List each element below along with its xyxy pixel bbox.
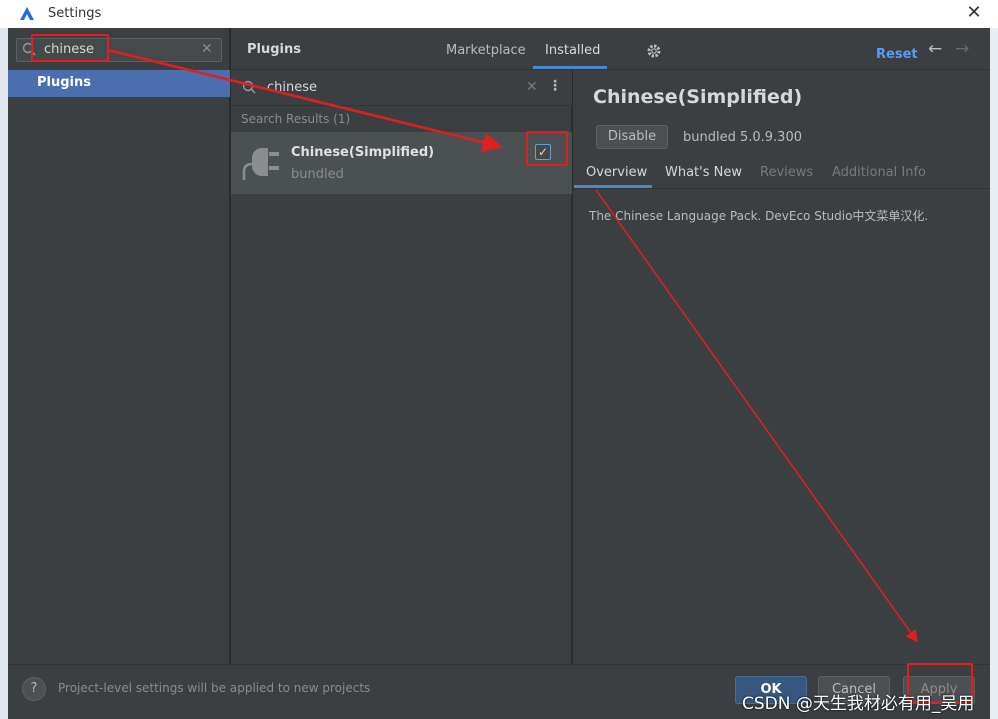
annotation-arrow-to-apply [595, 189, 918, 643]
watermark: CSDN @天生我材必有用_吴用 [742, 694, 975, 714]
annotation-arrow-to-checkbox [107, 48, 503, 153]
annotation-arrows [107, 48, 918, 643]
